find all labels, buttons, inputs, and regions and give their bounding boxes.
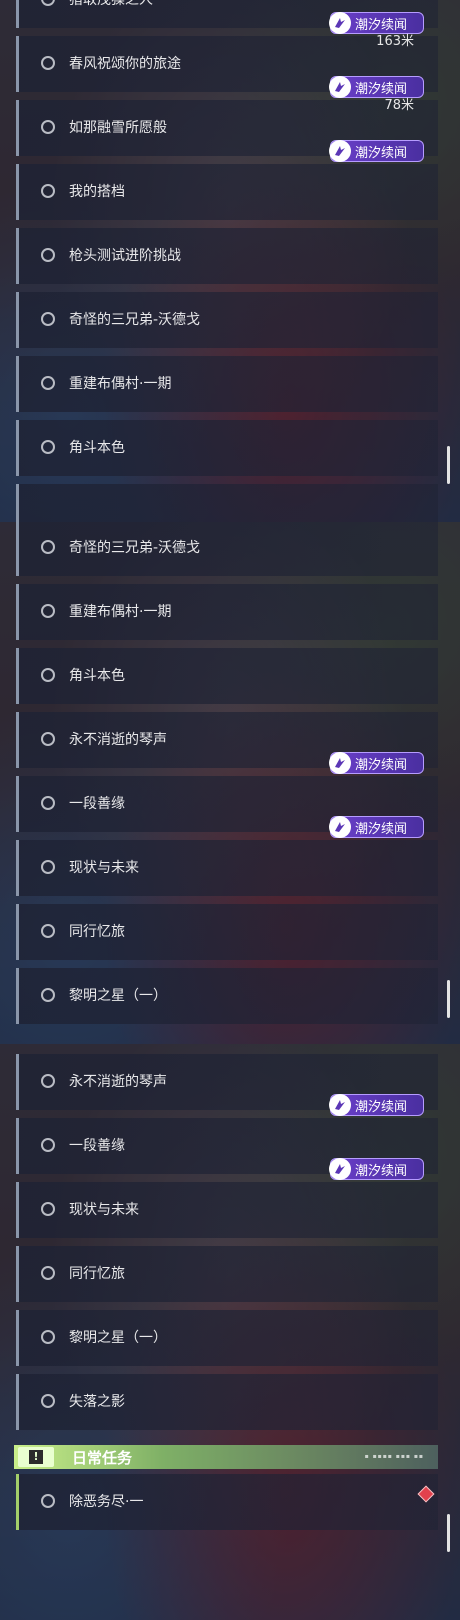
quest-title: 除恶务尽·一 — [69, 1494, 144, 1510]
quest-row[interactable]: 同行忆旅 — [16, 1246, 438, 1302]
quest-title: 如那融雪所愿般 — [69, 120, 167, 136]
quest-row[interactable]: 潮汐续闻 现状与未来 — [16, 816, 438, 896]
quest-status-circle-icon — [41, 0, 55, 6]
quest-title: 奇怪的三兄弟-沃德戈 — [69, 540, 201, 556]
quest-row[interactable]: 角斗本色 — [16, 420, 438, 476]
quest-status-circle-icon — [41, 1494, 55, 1508]
badge-label: 潮汐续闻 — [355, 145, 408, 161]
tide-tidings-emblem-icon — [329, 752, 351, 774]
tide-tidings-emblem-icon — [329, 816, 351, 838]
quest-row[interactable]: 除恶务尽·一 — [16, 1474, 438, 1530]
quest-title: 现状与未来 — [69, 860, 139, 876]
quest-panel-1: 猎取茂猱之人 潮汐续闻 163米 春风祝颂你的旅途 潮汐续闻 78米 如那融雪所 — [0, 0, 460, 522]
tide-tidings-emblem-icon — [329, 140, 351, 162]
quest-status-circle-icon — [41, 1394, 55, 1408]
quest-title: 一段善缘 — [69, 1138, 125, 1154]
quest-title: 角斗本色 — [69, 668, 125, 684]
quest-row[interactable]: 潮汐续闻 现状与未来 — [16, 1158, 438, 1238]
quest-distance: 78米 — [384, 98, 414, 113]
header-decoration: ▪ ▪▪▪▪ ▪▪▪ ▪▪ — [364, 1453, 424, 1460]
tide-tidings-badge: 潮汐续闻 — [329, 1094, 424, 1116]
quest-title: 枪头测试进阶挑战 — [69, 248, 181, 264]
quest-status-circle-icon — [41, 1202, 55, 1216]
quest-status-circle-icon — [41, 312, 55, 326]
tide-tidings-emblem-icon — [329, 76, 351, 98]
quest-row[interactable] — [16, 484, 438, 522]
badge-label: 潮汐续闻 — [355, 17, 408, 33]
badge-label: 潮汐续闻 — [355, 1099, 408, 1115]
quest-status-circle-icon — [41, 732, 55, 746]
quest-status-circle-icon — [41, 440, 55, 454]
badge-label: 潮汐续闻 — [355, 1163, 408, 1179]
quest-status-circle-icon — [41, 184, 55, 198]
quest-status-circle-icon — [41, 924, 55, 938]
quest-status-circle-icon — [41, 1330, 55, 1344]
quest-status-circle-icon — [41, 1266, 55, 1280]
quest-panel-3: 永不消逝的琴声 潮汐续闻 一段善缘 潮汐续闻 现状与未来 同行忆旅 黎明之星（一… — [0, 1044, 460, 1620]
quest-status-circle-icon — [41, 540, 55, 554]
quest-title: 我的搭档 — [69, 184, 125, 200]
scrollbar[interactable] — [447, 980, 450, 1018]
quest-title: 同行忆旅 — [69, 924, 125, 940]
quest-row[interactable]: 角斗本色 — [16, 648, 438, 704]
quest-title: 同行忆旅 — [69, 1266, 125, 1282]
quest-row[interactable]: 黎明之星（一） — [16, 968, 438, 1024]
quest-status-circle-icon — [41, 1074, 55, 1088]
quest-title: 失落之影 — [69, 1394, 125, 1410]
quest-status-circle-icon — [41, 120, 55, 134]
badge-label: 潮汐续闻 — [355, 81, 408, 97]
daily-quests-section-header[interactable]: ! 日常任务 ▪ ▪▪▪▪ ▪▪▪ ▪▪ — [14, 1445, 438, 1469]
exclamation-icon: ! — [18, 1447, 54, 1467]
tracking-diamond-icon — [417, 1485, 435, 1503]
quest-row[interactable]: 同行忆旅 — [16, 904, 438, 960]
quest-title: 角斗本色 — [69, 440, 125, 456]
tide-tidings-badge: 潮汐续闻 — [329, 140, 424, 162]
quest-title: 永不消逝的琴声 — [69, 1074, 167, 1090]
quest-title: 黎明之星（一） — [69, 1330, 167, 1346]
scrollbar[interactable] — [447, 1514, 450, 1552]
quest-title: 一段善缘 — [69, 796, 125, 812]
tide-tidings-badge: 潮汐续闻 — [329, 752, 424, 774]
quest-status-circle-icon — [41, 604, 55, 618]
tide-tidings-badge: 潮汐续闻 — [329, 816, 424, 838]
quest-title: 奇怪的三兄弟-沃德戈 — [69, 312, 201, 328]
badge-label: 潮汐续闻 — [355, 821, 408, 837]
quest-row[interactable]: 奇怪的三兄弟-沃德戈 — [16, 292, 438, 348]
quest-status-circle-icon — [41, 248, 55, 262]
quest-status-circle-icon — [41, 860, 55, 874]
quest-title: 重建布偶村·一期 — [69, 376, 172, 392]
quest-row[interactable]: 潮汐续闻 我的搭档 — [16, 140, 438, 220]
quest-panel-2: 奇怪的三兄弟-沃德戈 重建布偶村·一期 角斗本色 永不消逝的琴声 潮汐续闻 一段… — [0, 522, 460, 1044]
tide-tidings-emblem-icon — [329, 12, 351, 34]
tide-tidings-badge: 潮汐续闻 — [329, 1158, 424, 1180]
quest-status-circle-icon — [41, 1138, 55, 1152]
quest-row[interactable]: 重建布偶村·一期 — [16, 584, 438, 640]
quest-status-circle-icon — [41, 56, 55, 70]
quest-title: 重建布偶村·一期 — [69, 604, 172, 620]
tide-tidings-badge: 潮汐续闻 — [329, 76, 424, 98]
quest-title: 黎明之星（一） — [69, 988, 167, 1004]
quest-row[interactable]: 黎明之星（一） — [16, 1310, 438, 1366]
quest-title: 春风祝颂你的旅途 — [69, 56, 181, 72]
quest-title: 猎取茂猱之人 — [69, 0, 153, 8]
tide-tidings-emblem-icon — [329, 1158, 351, 1180]
section-title: 日常任务 — [72, 1449, 133, 1467]
quest-row[interactable]: 失落之影 — [16, 1374, 438, 1430]
scrollbar[interactable] — [447, 446, 450, 484]
quest-row[interactable]: 重建布偶村·一期 — [16, 356, 438, 412]
quest-row[interactable]: 奇怪的三兄弟-沃德戈 — [16, 522, 438, 576]
quest-row[interactable]: 枪头测试进阶挑战 — [16, 228, 438, 284]
badge-label: 潮汐续闻 — [355, 757, 408, 773]
quest-status-circle-icon — [41, 376, 55, 390]
quest-distance: 163米 — [376, 34, 414, 49]
quest-title: 永不消逝的琴声 — [69, 732, 167, 748]
tide-tidings-badge: 潮汐续闻 — [329, 12, 424, 34]
quest-title: 现状与未来 — [69, 1202, 139, 1218]
quest-status-circle-icon — [41, 988, 55, 1002]
quest-status-circle-icon — [41, 796, 55, 810]
tide-tidings-emblem-icon — [329, 1094, 351, 1116]
quest-status-circle-icon — [41, 668, 55, 682]
